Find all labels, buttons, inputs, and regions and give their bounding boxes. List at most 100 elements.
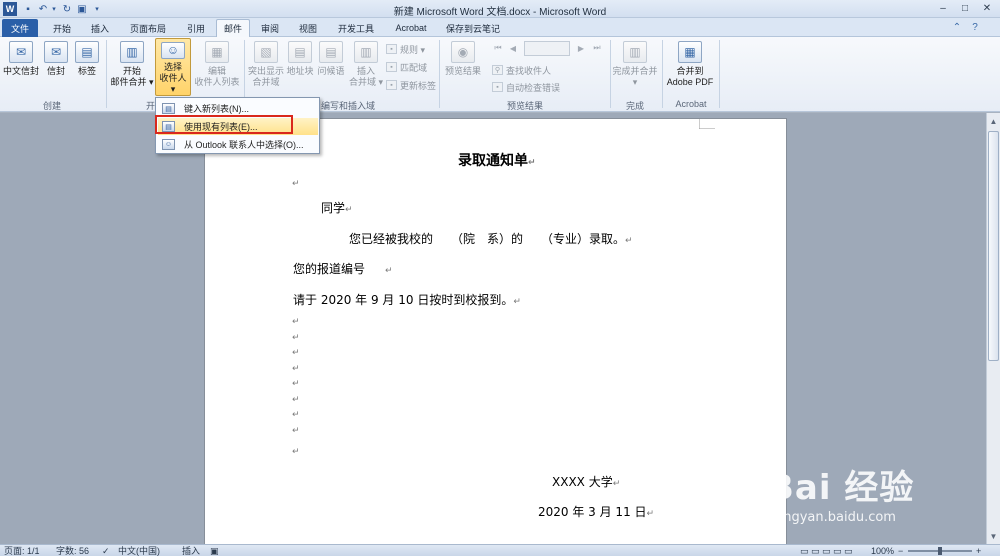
- tab-view[interactable]: 视图: [290, 19, 326, 37]
- last-record-icon[interactable]: ⏭: [591, 41, 603, 55]
- find-icon: ⚲: [492, 65, 503, 75]
- paragraph-mark: ↵: [292, 179, 300, 189]
- title-bar: W ▪ ↶ ▾ ↻ ▣ ▾ 新建 Microsoft Word 文档.docx …: [0, 0, 1000, 18]
- tab-references[interactable]: 引用: [178, 19, 214, 37]
- zoom-in-icon[interactable]: +: [976, 545, 981, 556]
- group-separator: [106, 40, 107, 108]
- university-signature: XXXX 大学↵: [552, 475, 621, 489]
- previous-record-icon[interactable]: ◀: [507, 41, 519, 55]
- first-record-icon[interactable]: ⏮: [492, 41, 504, 55]
- highlight-merge-fields-button[interactable]: ▧ 突出显示 合并域: [247, 41, 285, 88]
- word-count[interactable]: 字数: 56: [56, 545, 89, 556]
- pdf-icon: ▦: [678, 41, 702, 63]
- paragraph-mark: ↵: [292, 333, 300, 343]
- proofing-icon[interactable]: ✓: [102, 545, 110, 556]
- edit-recipient-list-button[interactable]: ▦ 编辑 收件人列表: [193, 41, 241, 88]
- zoom-slider-thumb[interactable]: [938, 547, 942, 555]
- group-label-finish: 完成: [625, 101, 644, 111]
- scroll-up-icon[interactable]: ▲: [987, 115, 1000, 128]
- finish-and-merge-button[interactable]: ▥ 完成并合并 ▾: [612, 41, 658, 88]
- preview-results-button[interactable]: ◉ 预览结果: [443, 41, 483, 77]
- envelope-icon: ✉: [9, 41, 33, 63]
- greeting-line-button[interactable]: ▤ 问候语: [316, 41, 346, 77]
- macro-icon[interactable]: ▣: [210, 545, 219, 556]
- greeting-icon: ▤: [319, 41, 343, 63]
- new-list-icon: ▤: [162, 103, 175, 114]
- window-title: 新建 Microsoft Word 文档.docx - Microsoft Wo…: [393, 7, 607, 18]
- match-fields-icon: ▪: [386, 62, 397, 72]
- menu-item-select-outlook-contacts[interactable]: ☺ 从 Outlook 联系人中选择(O)...: [158, 136, 318, 153]
- admission-line: 您已经被我校的 （院 系）的 （专业）录取。↵: [349, 232, 633, 246]
- classmate-line: 同学↵: [321, 201, 353, 215]
- insert-merge-field-button[interactable]: ▥ 插入 合并域 ▾: [348, 41, 384, 88]
- help-icon[interactable]: ?: [968, 21, 982, 34]
- tab-mailings[interactable]: 邮件: [216, 19, 250, 37]
- merge-to-adobe-pdf-button[interactable]: ▦ 合并到 Adobe PDF: [665, 41, 715, 88]
- minimize-button[interactable]: –: [932, 1, 954, 16]
- match-fields-button[interactable]: ▪ 匹配域: [386, 60, 427, 74]
- tab-review[interactable]: 审阅: [252, 19, 288, 37]
- zoom-out-icon[interactable]: −: [898, 545, 903, 556]
- labels-icon: ▤: [75, 41, 99, 63]
- find-recipient-button[interactable]: ⚲ 查找收件人: [492, 63, 551, 77]
- annotation-highlight-box: [155, 115, 293, 134]
- maximize-button[interactable]: □: [954, 1, 976, 16]
- baidu-watermark: Bai 经验 jingyan.baidu.com: [760, 452, 990, 544]
- group-label-create: 创建: [42, 101, 61, 111]
- address-block-button[interactable]: ▤ 地址块: [286, 41, 314, 77]
- tab-home[interactable]: 开始: [44, 19, 80, 37]
- auto-check-errors-button[interactable]: ▪ 自动检查错误: [492, 80, 560, 94]
- tab-acrobat[interactable]: Acrobat: [386, 19, 436, 37]
- paragraph-mark: ↵: [292, 364, 300, 374]
- update-labels-icon: ▪: [386, 80, 397, 90]
- select-recipients-button[interactable]: ☺ 选择 收件人 ▾: [155, 38, 191, 96]
- group-label-preview: 预览结果: [506, 101, 543, 111]
- edit-list-icon: ▦: [205, 41, 229, 63]
- document-merge-icon: ▥: [120, 41, 144, 63]
- minimize-ribbon-icon[interactable]: ⌃: [950, 21, 964, 34]
- record-number-input[interactable]: [524, 41, 570, 56]
- document-page[interactable]: 录取通知单↵ ↵ 同学↵ 您已经被我校的 （院 系）的 （专业）录取。↵ 您的报…: [204, 118, 787, 556]
- labels-button[interactable]: ▤ 标签: [73, 41, 101, 77]
- page-count[interactable]: 页面: 1/1: [4, 545, 40, 556]
- tab-insert[interactable]: 插入: [82, 19, 118, 37]
- preview-icon: ◉: [451, 41, 475, 63]
- recipients-icon: ☺: [161, 42, 185, 59]
- ribbon-tab-row: 文件 开始 插入 页面布局 引用 邮件 审阅 视图 开发工具 Acrobat 保…: [0, 18, 1000, 37]
- start-mail-merge-button[interactable]: ▥ 开始 邮件合并 ▾: [110, 41, 154, 88]
- rules-icon: ▪: [386, 44, 397, 54]
- chinese-envelope-button[interactable]: ✉ 中文信封: [2, 41, 40, 77]
- close-button[interactable]: ✕: [976, 1, 998, 16]
- update-labels-button[interactable]: ▪ 更新标签: [386, 78, 436, 92]
- zoom-level[interactable]: 100%: [871, 545, 894, 556]
- paragraph-mark: ↵: [292, 379, 300, 389]
- ribbon: ✉ 中文信封 ✉ 信封 ▤ 标签 创建 ▥ 开始 邮件合并 ▾ ☺ 选择 收件人…: [0, 37, 1000, 112]
- next-record-icon[interactable]: ▶: [575, 41, 587, 55]
- paragraph-mark: ↵: [292, 317, 300, 327]
- view-mode-icons[interactable]: ▭ ▭ ▭ ▭ ▭: [800, 545, 853, 556]
- address-block-icon: ▤: [288, 41, 312, 63]
- group-label-acrobat: Acrobat: [675, 99, 707, 109]
- watermark-logo-text: Bai 经验: [768, 468, 915, 508]
- group-separator: [439, 40, 440, 108]
- group-separator: [610, 40, 611, 108]
- paragraph-mark: ↵: [292, 395, 300, 405]
- scrollbar-thumb[interactable]: [988, 131, 999, 361]
- tab-file[interactable]: 文件: [2, 19, 38, 37]
- envelope-icon: ✉: [44, 41, 68, 63]
- signature-date: 2020 年 3 月 11 日↵: [538, 505, 655, 519]
- highlight-fields-icon: ▧: [254, 41, 278, 63]
- paragraph-mark: ↵: [292, 447, 300, 457]
- rules-button[interactable]: ▪ 规则 ▾: [386, 42, 425, 56]
- language-indicator[interactable]: 中文(中国): [118, 545, 160, 556]
- envelope-button[interactable]: ✉ 信封: [42, 41, 70, 77]
- registration-number-line: 您的报道编号 ↵: [293, 262, 393, 276]
- document-title: 录取通知单↵: [458, 153, 536, 169]
- tab-save-to-cloud-notes[interactable]: 保存到云笔记: [438, 19, 508, 37]
- tab-page-layout[interactable]: 页面布局: [120, 19, 176, 37]
- group-separator: [719, 40, 720, 108]
- paragraph-mark: ↵: [292, 348, 300, 358]
- tab-developer[interactable]: 开发工具: [328, 19, 384, 37]
- insert-mode[interactable]: 插入: [182, 545, 200, 556]
- watermark-url: jingyan.baidu.com: [776, 510, 896, 525]
